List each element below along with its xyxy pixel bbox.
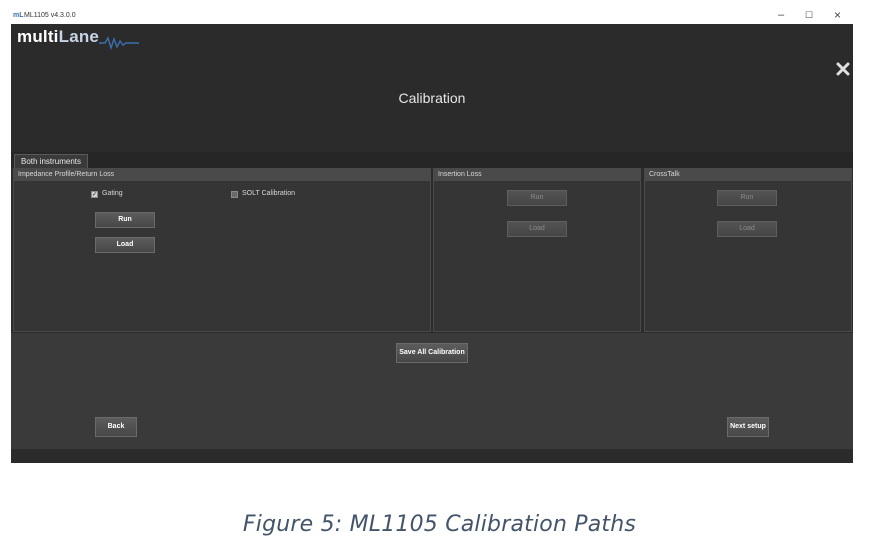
close-icon[interactable]: × (834, 8, 841, 22)
insertion-loss-panel-title: Insertion Loss (434, 169, 640, 181)
header: multiLane Calibration (11, 24, 853, 152)
close-panel-icon[interactable] (836, 62, 850, 76)
crosstalk-panel: CrossTalk Run Load (644, 168, 852, 332)
maximize-icon[interactable]: ☐ (805, 10, 813, 21)
impedance-panel: Impedance Profile/Return Loss ✓ Gating S… (13, 168, 431, 332)
page-title: Calibration (398, 90, 466, 106)
multilane-logo: multiLane (17, 27, 100, 46)
impedance-load-button[interactable]: Load (95, 237, 155, 253)
back-button[interactable]: Back (95, 417, 137, 437)
title-bar (0, 8, 879, 24)
solt-calibration-checkbox[interactable] (231, 191, 238, 198)
crosstalk-load-button[interactable]: Load (717, 221, 777, 237)
crosstalk-run-button[interactable]: Run (717, 190, 777, 206)
app-icon: mL (13, 12, 24, 19)
footer-strip (11, 449, 853, 463)
impedance-run-button[interactable]: Run (95, 212, 155, 228)
app-window: multiLane Calibration Both instruments I… (11, 24, 853, 463)
crosstalk-panel-title: CrossTalk (645, 169, 851, 181)
insertion-run-button[interactable]: Run (507, 190, 567, 206)
minimize-icon[interactable]: – (778, 9, 784, 21)
gating-checkbox[interactable]: ✓ (91, 191, 98, 198)
figure-caption: Figure 5: ML1105 Calibration Paths (242, 512, 637, 537)
window-title: ML1105 v4.3.0.0 (24, 12, 76, 19)
next-setup-button[interactable]: Next setup (727, 417, 769, 437)
gating-label: Gating (102, 190, 123, 197)
action-area: Save All Calibration Back Next setup (11, 333, 853, 449)
tab-strip (11, 152, 853, 168)
logo-wave-icon (99, 36, 139, 50)
solt-calibration-label: SOLT Calibration (242, 190, 296, 197)
save-all-calibration-button[interactable]: Save All Calibration (396, 343, 468, 363)
impedance-panel-title: Impedance Profile/Return Loss (14, 169, 430, 181)
insertion-load-button[interactable]: Load (507, 221, 567, 237)
insertion-loss-panel: Insertion Loss Run Load (433, 168, 641, 332)
tab-both-instruments[interactable]: Both instruments (14, 154, 89, 169)
